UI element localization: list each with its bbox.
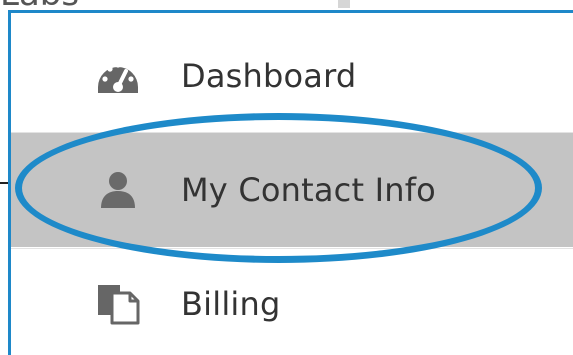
menu-item-my-contact-info[interactable]: My Contact Info [11,133,573,247]
menu-item-label-my-contact-info: My Contact Info [181,171,436,209]
menu-item-dashboard[interactable]: Dashboard [11,21,573,131]
menu-item-label-billing: Billing [181,285,281,323]
background-scroll-nub [338,0,350,8]
billing-document-icon [96,284,140,325]
dashboard-gauge-icon [96,56,140,96]
screenshot-stage: Labs Dashboard [0,0,573,355]
account-dropdown-menu: Dashboard My Contact Info Billing [8,10,573,355]
user-icon [96,170,140,210]
menu-item-billing[interactable]: Billing [11,249,573,355]
menu-item-label-dashboard: Dashboard [181,57,357,95]
